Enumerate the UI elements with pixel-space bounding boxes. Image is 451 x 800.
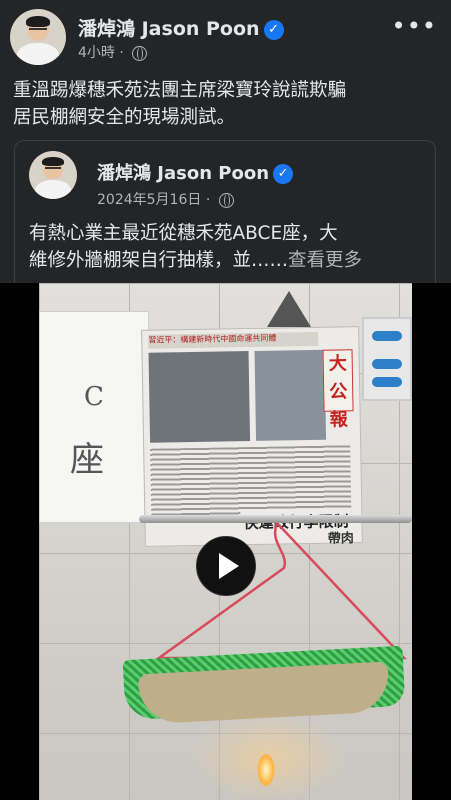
facebook-post: 潘焯鴻 Jason Poon ✓ 4小時 · ••• 重溫踢爆￼穗禾苑法團主席梁寶… bbox=[0, 0, 451, 284]
wall-shelf bbox=[362, 317, 412, 401]
shared-verified-badge-icon: ✓ bbox=[273, 164, 294, 184]
author-name-row[interactable]: 潘焯鴻 Jason Poon ✓ bbox=[78, 14, 284, 41]
shared-post-date[interactable]: 2024年5月16日 bbox=[97, 192, 201, 208]
newspaper-logo: 大公報 bbox=[322, 349, 354, 431]
author-name[interactable]: 潘焯鴻 Jason Poon bbox=[78, 18, 260, 40]
newspaper-body bbox=[150, 445, 352, 519]
post-text: 重溫踢爆￼穗禾苑法團主席梁寶玲說謊欺騙 居民棚網安全的現場￼測試。 bbox=[13, 77, 443, 131]
post-text-line-1: 重溫踢爆￼穗禾苑法團主席梁寶玲說謊欺騙 bbox=[13, 80, 347, 101]
towel-rod bbox=[139, 515, 412, 523]
shared-post[interactable]: 潘焯鴻 Jason Poon ✓ 2024年5月16日 · 有熱心業主最近從￼穗禾… bbox=[14, 140, 436, 284]
note-character: 座 bbox=[70, 440, 104, 480]
warning-triangle-sign bbox=[267, 291, 311, 327]
shared-meta-separator: · bbox=[205, 192, 211, 208]
note-letter: C bbox=[84, 382, 104, 412]
more-options-button[interactable]: ••• bbox=[392, 12, 437, 40]
author-avatar[interactable] bbox=[10, 9, 66, 65]
shared-post-text: 有熱心業主最近從￼穗禾苑ABCE座，大 維修外牆棚架自行抽樣，並……查看更多 bbox=[29, 220, 433, 274]
flame bbox=[257, 753, 275, 787]
newspaper-headline-top: 習近平：構建新時代中國命運共同體 bbox=[148, 331, 319, 349]
shared-author-name-row[interactable]: 潘焯鴻 Jason Poon ✓ bbox=[97, 159, 294, 185]
public-globe-icon bbox=[132, 45, 148, 61]
shared-author-avatar[interactable] bbox=[29, 151, 77, 199]
newspaper-photo bbox=[148, 351, 251, 443]
post-meta: 4小時 · bbox=[78, 42, 148, 62]
verified-badge-icon: ✓ bbox=[263, 19, 284, 40]
newspaper-photo-2 bbox=[254, 349, 327, 441]
shared-text-line-2: 維修外牆棚架自行抽樣，並……查看更多 bbox=[29, 247, 433, 274]
post-time[interactable]: 4小時 bbox=[78, 45, 115, 61]
shared-post-meta: 2024年5月16日 · bbox=[97, 189, 234, 209]
meta-separator: · bbox=[119, 45, 124, 61]
shared-public-globe-icon bbox=[218, 192, 234, 208]
shared-author-name[interactable]: 潘焯鴻 Jason Poon bbox=[97, 163, 269, 184]
handwritten-note: C 座 bbox=[39, 311, 149, 523]
see-more-link[interactable]: 查看更多 bbox=[288, 250, 362, 271]
play-button-icon[interactable] bbox=[196, 536, 256, 596]
shared-text-line-1: 有熱心業主最近從￼穗禾苑ABCE座，大 bbox=[29, 223, 338, 244]
video-player[interactable]: C 座 習近平：構建新時代中國命運共同體 大公報 快運改行李限制 帶肉 bbox=[0, 283, 451, 800]
shared-text-line-2-content: 維修外牆棚架自行抽樣，並…… bbox=[29, 250, 289, 271]
post-text-line-2: 居民棚網安全的現場￼測試。 bbox=[13, 107, 236, 128]
newspaper: 習近平：構建新時代中國命運共同體 大公報 快運改行李限制 帶肉 bbox=[141, 326, 363, 547]
